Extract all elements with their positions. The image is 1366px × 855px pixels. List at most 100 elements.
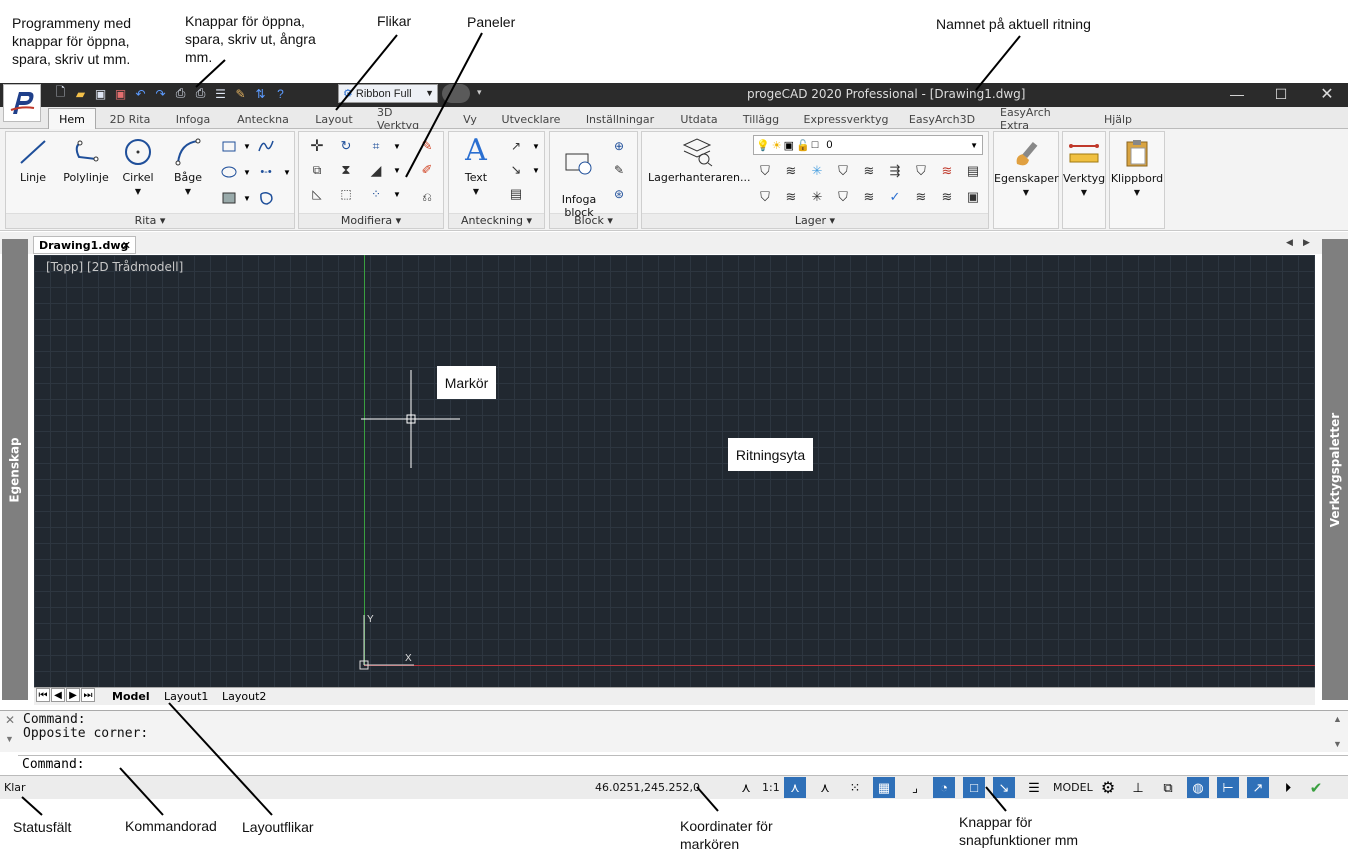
chevron-down-icon[interactable]: ▼ [278,163,296,181]
undo-icon[interactable]: ↶ [132,85,149,102]
coordinates-readout[interactable]: 46.0251,245.252,0 [595,781,700,794]
divide-icon[interactable]: •-• [257,163,275,181]
tab-tillagg[interactable]: Tillägg [742,110,780,128]
fillet-icon[interactable]: ◢ [367,161,385,179]
layer-manager-button[interactable]: Lagerhanteraren... [648,135,751,184]
tab-infoga[interactable]: Infoga [172,110,214,128]
tools-button[interactable]: Verktyg ▼ [1063,138,1105,199]
viewport-label[interactable]: [Topp] [2D Trådmodell] [46,260,183,274]
check-icon[interactable]: ✔ [1305,777,1327,798]
help-icon[interactable]: ? [272,85,289,102]
print-preview-icon[interactable]: ⎙ [172,85,189,102]
auto-scale-icon[interactable]: ⋏ [814,777,836,798]
annotation-visibility-icon[interactable]: ⋏ [784,777,806,798]
insert-block-button[interactable]: Infoga block [554,137,604,219]
lineweight-icon[interactable]: ☰ [1023,777,1045,798]
tab-layout[interactable]: Layout [313,110,355,128]
tab-scroll-left-icon[interactable]: ◀ [1286,237,1293,248]
layer-tool-icon[interactable]: ▤ [964,162,982,180]
redo-icon[interactable]: ↷ [152,85,169,102]
tab-utvecklare[interactable]: Utvecklare [502,110,561,128]
layer-tool-icon[interactable]: ✳ [808,162,826,180]
panel-verktyg[interactable]: Verktyg ▼ [1062,131,1106,229]
define-attributes-icon[interactable]: ⊛ [610,185,628,203]
chevron-down-icon[interactable]: ▼ [238,137,256,155]
layer-tool-icon[interactable]: ≋ [860,162,878,180]
layer-tool-icon[interactable]: ✳ [808,188,826,206]
sort-icon[interactable]: ⇅ [252,85,269,102]
next-layout-icon[interactable]: ▶ [66,688,80,702]
lock-ui-icon[interactable]: ⊥ [1127,777,1149,798]
chevron-down-icon[interactable]: ▼ [527,137,545,155]
table-icon[interactable]: ▤ [507,185,525,203]
application-menu-button[interactable] [3,84,41,122]
text-tool-button[interactable]: A Text ▼ [456,135,496,198]
hatch-icon[interactable] [220,189,238,207]
minimize-button[interactable]: — [1222,84,1252,104]
rotate-icon[interactable]: ↻ [337,137,355,155]
tab-3d-verktyg[interactable]: 3D Verktyg [377,106,437,132]
model-space-toggle[interactable]: MODEL [1053,781,1093,794]
clipboard-button[interactable]: Klippbord ▼ [1110,138,1164,199]
tab-vy[interactable]: Vy [460,110,480,128]
panel-anteckning-label[interactable]: Anteckning ▾ [449,213,544,228]
workspace-toggle-button[interactable] [442,84,470,103]
properties-list-icon[interactable]: ☰ [212,85,229,102]
layer-tool-icon[interactable]: ≋ [938,188,956,206]
leader-icon[interactable]: ↗ [507,137,525,155]
dynamic-input-icon[interactable]: ⊢ [1217,777,1239,798]
layer-tool-icon[interactable]: ⛉ [834,162,852,180]
layer-tool-icon[interactable]: ⛉ [834,188,852,206]
array-icon[interactable]: ⁘ [367,185,385,203]
panel-rita-label[interactable]: Rita ▾ [6,213,294,228]
match-properties-icon[interactable]: ✎ [232,85,249,102]
tab-scroll-right-icon[interactable]: ▶ [1303,237,1310,248]
layer-tool-icon[interactable]: ⇶ [886,162,904,180]
panel-modifiera-label[interactable]: Modifiera ▾ [299,213,443,228]
layer-tool-icon[interactable]: ⛉ [756,188,774,206]
hardware-acceleration-icon[interactable]: ◍ [1187,777,1209,798]
last-layout-icon[interactable]: ⏭ [81,688,95,702]
tab-hem[interactable]: Hem [48,108,96,129]
layer-tool-icon[interactable]: ▣ [964,188,982,206]
tool-palettes-side-panel[interactable]: Verktygspaletter [1322,239,1348,700]
workspace-select[interactable]: ⚙ Ribbon Full ▼ [338,84,438,103]
layer-tool-icon[interactable]: ≋ [782,162,800,180]
erase-icon[interactable]: ✎ [418,137,436,155]
region-icon[interactable] [257,189,275,207]
tab-2d-rita[interactable]: 2D Rita [108,110,152,128]
move-icon[interactable]: ✛ [308,137,326,155]
chevron-down-icon[interactable]: ▼ [388,161,406,179]
tab-hjalp[interactable]: Hjälp [1102,110,1134,128]
ortho-icon[interactable]: ⌟ [904,777,926,798]
chevron-down-icon[interactable]: ▼ [388,185,406,203]
chevron-down-icon[interactable]: ▼ [527,161,545,179]
properties-side-panel[interactable]: Egenskap [2,239,28,700]
layer-tool-icon[interactable]: ✓ [886,188,904,206]
properties-button[interactable]: Egenskaper ▼ [994,138,1059,199]
layout-tab-model[interactable]: Model [112,688,150,704]
circle-tool-button[interactable]: Cirkel ▼ [118,137,158,198]
close-icon[interactable]: ✕ [122,239,131,252]
close-icon[interactable]: ✕ [5,713,15,727]
panel-lager-label[interactable]: Lager ▾ [642,213,988,228]
save-as-icon[interactable]: ▣ [112,85,129,102]
chevron-down-icon[interactable]: ▼ [238,163,256,181]
prev-layout-icon[interactable]: ◀ [51,688,65,702]
spline-icon[interactable] [257,137,275,155]
mirror-icon[interactable]: ⧗ [337,161,355,179]
tab-easyarch-extra[interactable]: EasyArch Extra [1000,106,1078,132]
chevron-down-icon[interactable]: ▼ [238,189,256,207]
drawing-canvas[interactable]: Y X [34,255,1315,687]
object-snap-tracking-icon[interactable]: ↘ [993,777,1015,798]
edit-block-icon[interactable]: ✎ [610,161,628,179]
close-button[interactable]: ✕ [1312,84,1342,104]
ellipse-icon[interactable] [220,163,238,181]
line-tool-button[interactable]: Linje [13,137,53,184]
selection-cycling-icon[interactable]: ↗ [1247,777,1269,798]
scroll-up-icon[interactable]: ▲ [1333,714,1342,724]
layer-select[interactable]: 💡 ☀ ▣ 🔓 □ 0 ▼ [753,135,983,155]
scroll-down-icon[interactable]: ▼ [1333,739,1342,749]
panel-egenskaper[interactable]: Egenskaper ▼ [993,131,1059,229]
trim-icon[interactable]: ⌗ [367,137,385,155]
